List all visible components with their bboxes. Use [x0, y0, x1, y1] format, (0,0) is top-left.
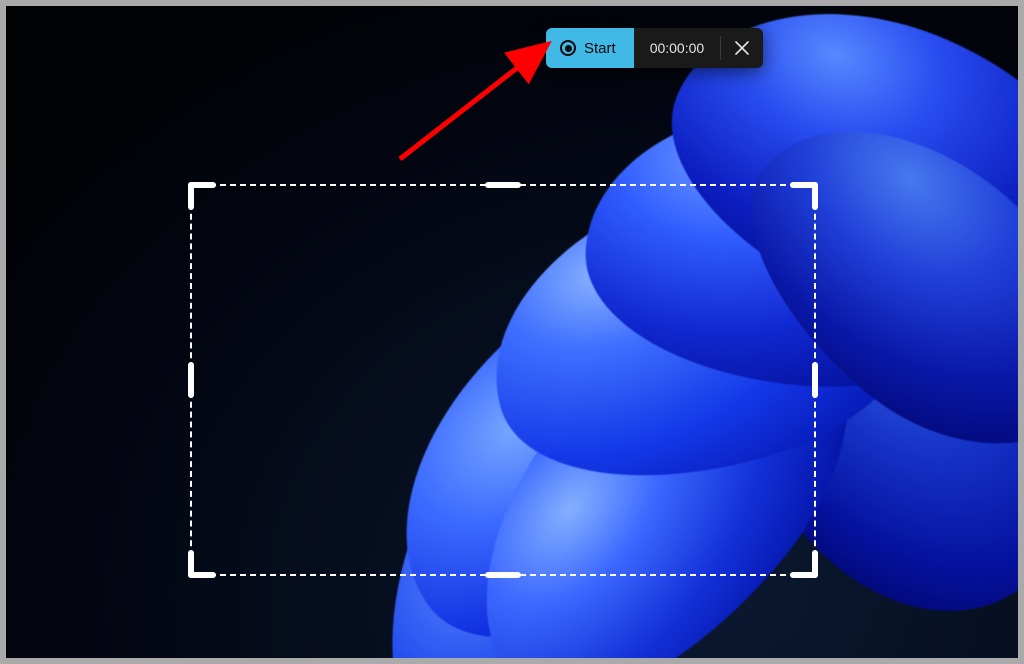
record-icon [560, 40, 576, 56]
resize-handle-right[interactable] [812, 362, 818, 398]
resize-handle-bottom-right[interactable] [790, 550, 818, 578]
resize-handle-top[interactable] [485, 182, 521, 188]
annotation-arrow [392, 37, 562, 167]
recording-timer: 00:00:00 [634, 28, 721, 68]
resize-handle-bottom-left[interactable] [188, 550, 216, 578]
resize-handle-left[interactable] [188, 362, 194, 398]
resize-handle-bottom[interactable] [485, 572, 521, 578]
start-button[interactable]: Start [546, 28, 634, 68]
recording-toolbar: Start 00:00:00 [546, 28, 763, 68]
close-icon [735, 41, 749, 55]
desktop-background: Start 00:00:00 [6, 6, 1018, 658]
start-button-label: Start [584, 40, 616, 57]
capture-selection[interactable] [190, 184, 816, 576]
resize-handle-top-right[interactable] [790, 182, 818, 210]
resize-handle-top-left[interactable] [188, 182, 216, 210]
close-button[interactable] [721, 28, 763, 68]
